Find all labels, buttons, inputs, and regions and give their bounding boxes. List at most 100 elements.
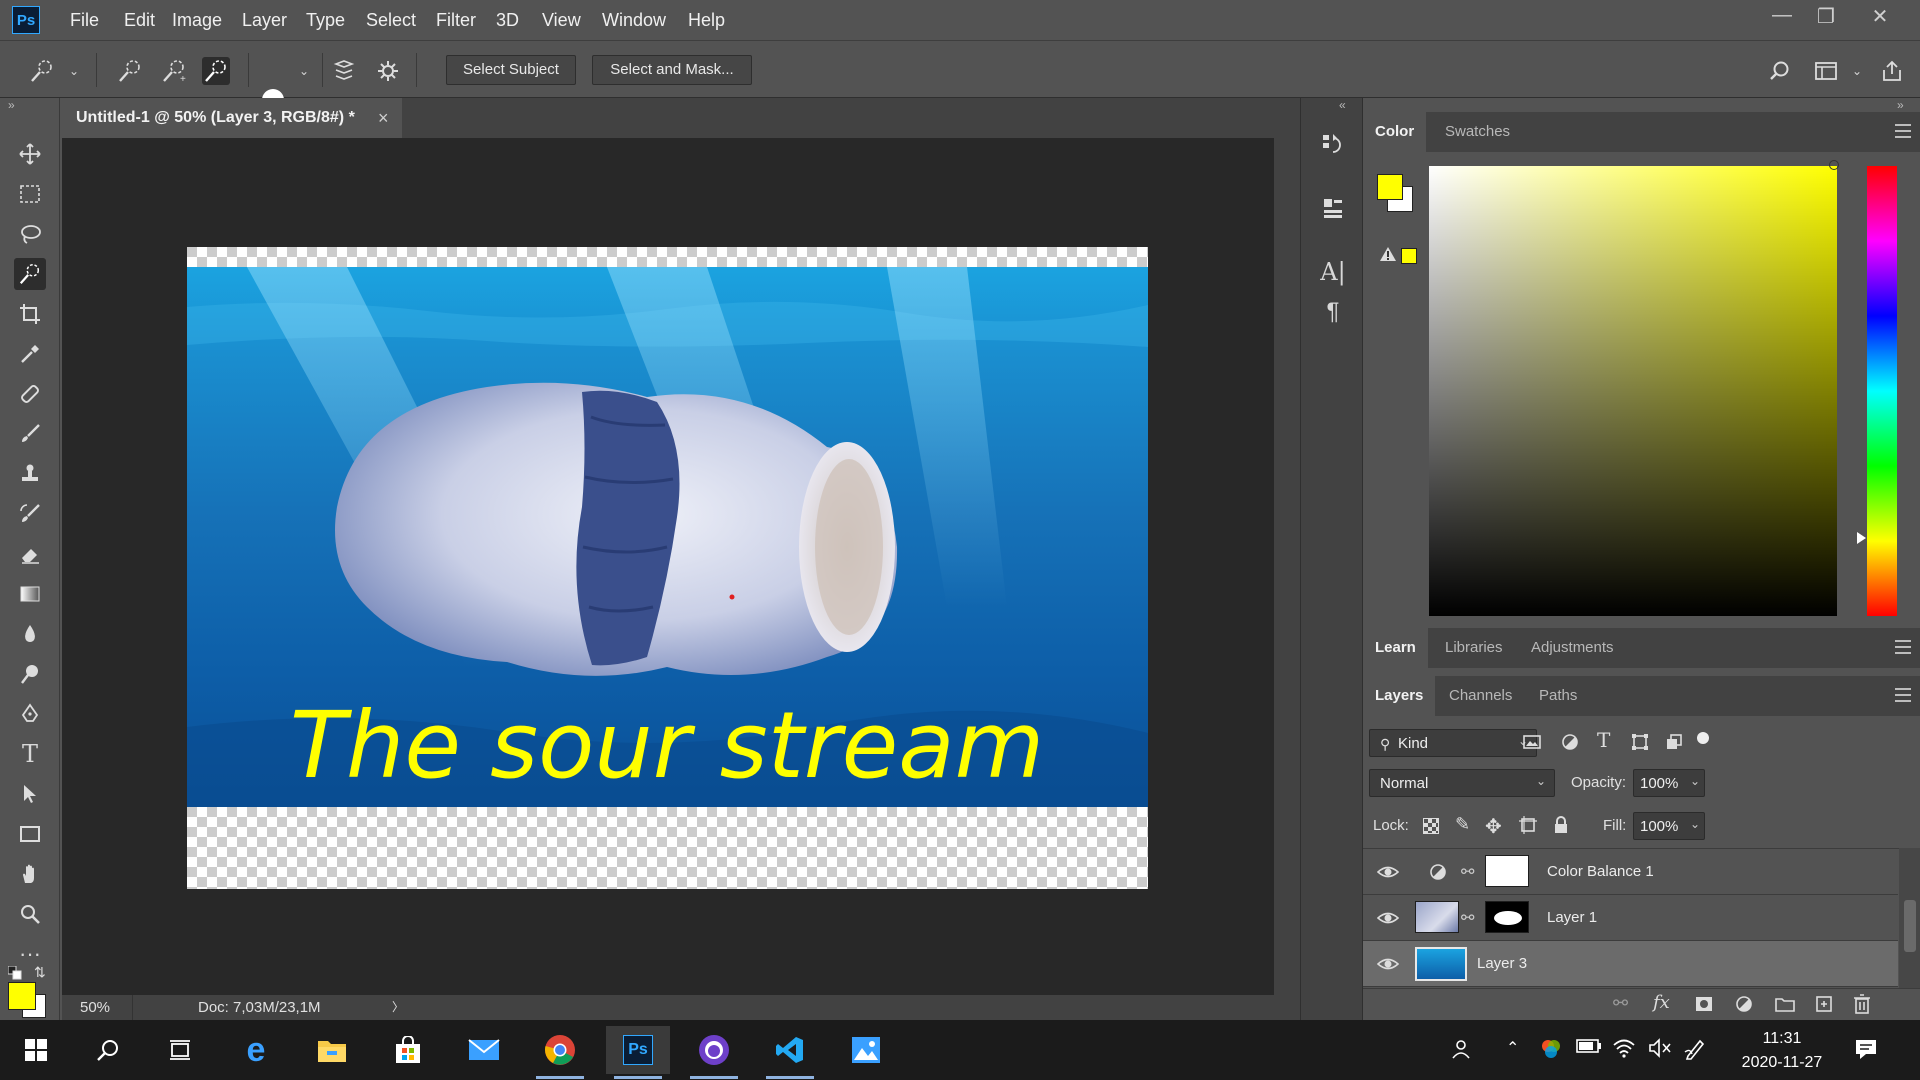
photoshop-taskbar-icon[interactable]: Ps (606, 1026, 670, 1079)
dodge-icon[interactable] (14, 658, 46, 690)
clone-stamp-icon[interactable] (14, 458, 46, 490)
layer-row-layer-3[interactable]: Layer 3 (1363, 941, 1898, 987)
notifications-icon[interactable] (1854, 1038, 1878, 1065)
layer-filter-kind-select[interactable]: ⚲ Kind ⌄ (1369, 729, 1537, 757)
color-foreground-swatch[interactable] (1377, 174, 1403, 200)
lock-transparent-pixels-icon[interactable] (1423, 818, 1439, 834)
restore-icon[interactable]: ❐ (1806, 4, 1846, 30)
type-icon[interactable]: T (14, 738, 46, 770)
microsoft-store-icon[interactable] (376, 1026, 440, 1074)
crop-icon[interactable] (14, 298, 46, 330)
hue-slider-marker[interactable] (1857, 532, 1866, 544)
hand-icon[interactable] (14, 858, 46, 890)
collapse-panels-icon[interactable]: » (1897, 98, 1904, 112)
chevron-down-icon[interactable]: ⌄ (60, 57, 88, 85)
link-layers-icon[interactable]: ⚯ (1613, 993, 1628, 1014)
color-field[interactable] (1429, 166, 1837, 616)
menu-window[interactable]: Window (602, 0, 666, 40)
layers-scrollbar[interactable] (1899, 848, 1920, 988)
select-subject-button[interactable]: Select Subject (446, 55, 576, 85)
lock-position-icon[interactable]: ✥ (1485, 814, 1502, 839)
add-mask-icon[interactable] (1695, 996, 1713, 1017)
opacity-input[interactable]: 100% ⌄ (1633, 769, 1705, 797)
layer-style-fx-icon[interactable]: fx (1653, 992, 1670, 1013)
default-colors-icon[interactable] (7, 965, 22, 980)
tab-color[interactable]: Color (1363, 112, 1427, 152)
layer-mask-thumbnail[interactable] (1485, 855, 1529, 887)
pen-icon[interactable] (14, 698, 46, 730)
panel-menu-icon[interactable] (1895, 124, 1911, 138)
panel-menu-icon[interactable] (1895, 688, 1911, 702)
filter-type-layers-icon[interactable]: T (1597, 728, 1610, 752)
link-chain-icon[interactable]: ⚯ (1461, 908, 1474, 928)
show-hidden-icons-icon[interactable]: ⌃ (1506, 1038, 1519, 1058)
menu-type[interactable]: Type (306, 0, 345, 40)
eyedropper-icon[interactable] (14, 338, 46, 370)
brush-icon[interactable] (14, 418, 46, 450)
sample-all-layers-icon[interactable] (330, 57, 358, 85)
task-view-icon[interactable] (148, 1026, 212, 1074)
search-icon[interactable] (1766, 57, 1794, 85)
panel-menu-icon[interactable] (1895, 640, 1911, 654)
clock-date[interactable]: 2020-11-27 (1722, 1054, 1842, 1072)
collapse-dock-icon[interactable]: « (1339, 98, 1346, 112)
menu-image[interactable]: Image (172, 0, 222, 40)
blend-mode-select[interactable]: Normal ⌄ (1369, 769, 1555, 797)
menu-3d[interactable]: 3D (496, 0, 519, 40)
history-panel-icon[interactable] (1317, 128, 1349, 160)
share-icon[interactable] (1878, 57, 1906, 85)
new-adjustment-layer-icon[interactable] (1735, 995, 1753, 1018)
hue-slider[interactable] (1867, 166, 1897, 616)
rectangle-icon[interactable] (14, 818, 46, 850)
blur-icon[interactable] (14, 618, 46, 650)
pen-workspace-icon[interactable] (1684, 1038, 1706, 1065)
filter-adjustment-layers-icon[interactable] (1561, 733, 1579, 756)
lock-image-pixels-icon[interactable]: ✎ (1455, 814, 1470, 835)
history-brush-icon[interactable] (14, 498, 46, 530)
path-selection-icon[interactable] (14, 778, 46, 810)
chevron-down-icon[interactable]: ⌄ (290, 57, 318, 85)
layer-mask-thumbnail[interactable] (1485, 901, 1529, 933)
layer-row-color-balance[interactable]: ⚯ Color Balance 1 (1363, 849, 1898, 895)
zoom-level[interactable]: 50% (80, 995, 110, 1020)
tab-paths[interactable]: Paths (1539, 676, 1577, 716)
search-icon[interactable] (76, 1026, 140, 1074)
visibility-eye-icon[interactable] (1377, 862, 1399, 882)
quick-selection-preset-icon[interactable] (28, 57, 56, 85)
chevron-down-icon[interactable]: ⌄ (1843, 57, 1871, 85)
layers-scrollbar-thumb[interactable] (1904, 900, 1916, 952)
foreground-color-swatch[interactable] (8, 982, 36, 1010)
link-chain-icon[interactable]: ⚯ (1461, 862, 1474, 882)
character-panel-icon[interactable]: A| (1317, 256, 1349, 288)
filter-pixel-layers-icon[interactable] (1523, 733, 1541, 756)
layer-thumbnail[interactable] (1415, 947, 1467, 981)
visibility-eye-icon[interactable] (1377, 954, 1399, 974)
menu-file[interactable]: File (70, 0, 99, 40)
tab-layers[interactable]: Layers (1363, 676, 1436, 716)
mail-icon[interactable] (452, 1026, 516, 1074)
add-to-selection-icon[interactable]: + (160, 57, 188, 85)
gamut-color-swatch[interactable] (1401, 248, 1417, 264)
expand-panel-icon[interactable]: » (8, 98, 15, 112)
menu-edit[interactable]: Edit (124, 0, 155, 40)
layer-row-layer-1[interactable]: ⚯ Layer 1 (1363, 895, 1898, 941)
lock-artboard-icon[interactable] (1519, 816, 1537, 839)
menu-view[interactable]: View (542, 0, 581, 40)
zoom-icon[interactable] (14, 898, 46, 930)
photos-icon[interactable] (834, 1026, 898, 1074)
status-menu-arrow-icon[interactable]: 〉 (392, 995, 404, 1020)
tab-swatches[interactable]: Swatches (1445, 112, 1510, 152)
new-group-icon[interactable] (1775, 996, 1795, 1017)
canvas-area[interactable]: The sour stream (62, 138, 1274, 995)
chrome-icon[interactable] (528, 1026, 592, 1079)
minimize-icon[interactable]: — (1762, 4, 1802, 30)
select-and-mask-button[interactable]: Select and Mask... (592, 55, 752, 85)
menu-help[interactable]: Help (688, 0, 725, 40)
tab-libraries[interactable]: Libraries (1445, 628, 1503, 668)
tab-learn[interactable]: Learn (1363, 628, 1428, 668)
volume-muted-icon[interactable] (1648, 1038, 1672, 1063)
tab-adjustments[interactable]: Adjustments (1531, 628, 1614, 668)
rectangular-marquee-icon[interactable] (14, 178, 46, 210)
clock-time[interactable]: 11:31 (1722, 1030, 1842, 1048)
start-button-icon[interactable] (4, 1026, 68, 1074)
